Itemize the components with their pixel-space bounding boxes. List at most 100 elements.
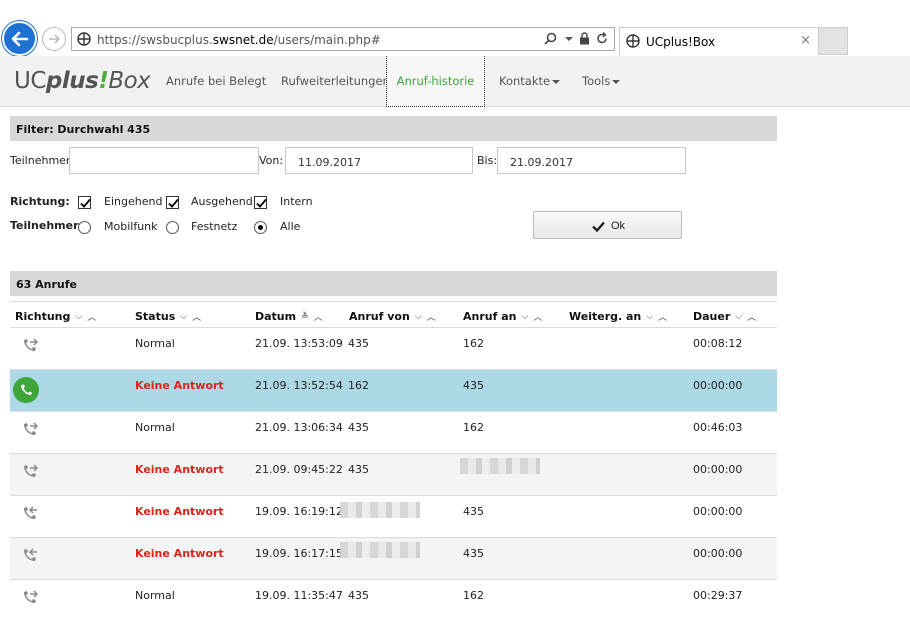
outgoing-call-icon (24, 338, 39, 351)
sort-asc-icon[interactable]: ︿ (192, 310, 201, 323)
bis-date-input[interactable]: 21.09.2017 (497, 147, 686, 174)
radio-alle-label: Alle (280, 220, 301, 233)
radio-festnetz[interactable] (166, 221, 179, 234)
col-dauer-label: Dauer (693, 310, 731, 323)
arrow-left-icon (11, 31, 29, 47)
new-tab-button[interactable] (819, 27, 848, 55)
status-cell: Normal (135, 421, 175, 434)
table-row[interactable]: Normal 21.09. 13:53:09 435 162 00:08:12 (10, 328, 777, 370)
checkbox-intern[interactable] (254, 196, 267, 209)
phone-icon (13, 377, 39, 403)
filter-heading: Filter: Durchwahl 435 (10, 116, 777, 141)
col-status-label: Status (135, 310, 176, 323)
anruf-an-cell: 162 (463, 589, 484, 602)
sort-asc-icon[interactable]: ︿ (87, 310, 96, 323)
nav-kontakte[interactable]: Kontakte (499, 56, 561, 107)
col-dauer[interactable]: Dauer ⌵ ︿ (693, 310, 756, 323)
col-status[interactable]: Status ⌵ ︿ (135, 310, 201, 323)
app-navbar: UCplus!Box Anrufe bei Belegt Rufweiterle… (0, 56, 910, 107)
dauer-cell: 00:46:03 (693, 421, 743, 434)
search-icon[interactable] (544, 32, 557, 45)
sort-desc-icon[interactable]: ⌵ (180, 312, 187, 322)
nav-rufweiterleitungen[interactable]: Rufweiterleitungen (281, 56, 390, 107)
teilnehmer-type-label: Teilnehmer: (10, 219, 83, 232)
status-cell: Keine Antwort (135, 547, 224, 560)
sort-asc-icon[interactable]: ︿ (427, 310, 436, 323)
von-date-input[interactable]: 11.09.2017 (285, 147, 473, 174)
sort-desc-icon[interactable]: ⌵ (735, 312, 742, 322)
sort-asc-icon[interactable]: ︿ (658, 310, 667, 323)
status-cell: Normal (135, 337, 175, 350)
anruf-an-cell: 435 (463, 505, 484, 518)
address-bar[interactable]: https://swsbucplus.swsnet.de/users/main.… (71, 27, 615, 51)
lock-icon[interactable] (579, 32, 590, 45)
outgoing-call-icon (24, 422, 39, 435)
datum-cell: 21.09. 09:45:22 (255, 463, 343, 476)
redacted-number (340, 542, 420, 558)
browser-tab[interactable]: UCplus!Box × (619, 27, 819, 55)
teilnehmer-label: Teilnehmer: (10, 154, 74, 167)
checkbox-eingehend-label: Eingehend (104, 195, 163, 208)
col-richtung[interactable]: Richtung ⌵ ︿ (15, 310, 96, 323)
forward-button[interactable] (42, 27, 66, 51)
datum-cell: 21.09. 13:06:34 (255, 421, 343, 434)
radio-mobilfunk[interactable] (78, 221, 91, 234)
dauer-cell: 00:08:12 (693, 337, 743, 350)
table-row[interactable]: Keine Antwort 21.09. 09:45:22 435 00:00:… (10, 454, 777, 496)
anruf-von-cell: 162 (348, 379, 369, 392)
checkbox-ausgehend-label: Ausgehend (191, 195, 253, 208)
nav-anruf-historie[interactable]: Anruf-historie (386, 56, 485, 107)
col-anruf-von-label: Anruf von (349, 310, 410, 323)
dropdown-caret-icon[interactable] (565, 36, 573, 41)
back-button[interactable] (2, 21, 37, 56)
browser-chrome: https://swsbucplus.swsnet.de/users/main.… (0, 0, 910, 56)
datum-cell: 19.09. 11:35:47 (255, 589, 343, 602)
anruf-an-cell: 435 (463, 547, 484, 560)
anruf-an-cell: 162 (463, 337, 484, 350)
sort-desc-active-icon[interactable]: ≚ (301, 312, 309, 322)
col-weiterg-an-label: Weiterg. an (569, 310, 642, 323)
checkbox-ausgehend[interactable] (166, 196, 179, 209)
ok-button-label: Ok (611, 220, 626, 232)
ok-button[interactable]: Ok (533, 211, 682, 239)
calls-heading: 63 Anrufe (10, 271, 777, 296)
table-row[interactable]: Normal 19.09. 11:35:47 435 162 00:29:37 (10, 580, 777, 622)
col-weiterg-an[interactable]: Weiterg. an ⌵ ︿ (569, 310, 667, 323)
dauer-cell: 00:00:00 (693, 463, 743, 476)
checkbox-eingehend[interactable] (78, 196, 91, 209)
sort-desc-icon[interactable]: ⌵ (75, 312, 82, 322)
redacted-number (460, 458, 540, 474)
tab-title: UCplus!Box (646, 35, 716, 49)
table-row-selected[interactable]: Keine Antwort 21.09. 13:52:54 162 435 00… (10, 370, 777, 412)
redacted-number (340, 502, 420, 518)
col-anruf-an[interactable]: Anruf an ⌵ ︿ (463, 310, 542, 323)
refresh-icon[interactable] (596, 32, 608, 45)
nav-anrufe-bei-belegt[interactable]: Anrufe bei Belegt (166, 56, 266, 107)
sort-asc-icon[interactable]: ︿ (314, 310, 323, 323)
nav-tools-label: Tools (582, 74, 611, 88)
col-anruf-von[interactable]: Anruf von ⌵ ︿ (349, 310, 436, 323)
status-cell: Keine Antwort (135, 379, 224, 392)
anruf-an-cell: 162 (463, 421, 484, 434)
nav-tools[interactable]: Tools (582, 56, 621, 107)
sort-desc-icon[interactable]: ⌵ (415, 312, 422, 322)
teilnehmer-input[interactable] (69, 147, 259, 174)
col-datum-label: Datum (255, 310, 297, 323)
sort-desc-icon[interactable]: ⌵ (646, 312, 653, 322)
table-row[interactable]: Normal 21.09. 13:06:34 435 162 00:46:03 (10, 412, 777, 454)
sort-desc-icon[interactable]: ⌵ (521, 312, 528, 322)
sort-asc-icon[interactable]: ︿ (747, 310, 756, 323)
status-cell: Keine Antwort (135, 505, 224, 518)
dauer-cell: 00:00:00 (693, 379, 743, 392)
incoming-call-icon (24, 506, 37, 519)
sort-asc-icon[interactable]: ︿ (533, 310, 542, 323)
radio-alle[interactable] (254, 221, 267, 234)
datum-cell: 19.09. 16:17:15 (255, 547, 343, 560)
app-logo[interactable]: UCplus!Box (14, 68, 151, 94)
bis-label: Bis: (477, 154, 498, 167)
table-row[interactable]: Keine Antwort 19.09. 16:19:12 435 00:00:… (10, 496, 777, 538)
datum-cell: 21.09. 13:52:54 (255, 379, 343, 392)
col-datum[interactable]: Datum ≚ ︿ (255, 310, 323, 323)
table-row[interactable]: Keine Antwort 19.09. 16:17:15 435 00:00:… (10, 538, 777, 580)
tab-close-icon[interactable]: × (800, 33, 811, 48)
